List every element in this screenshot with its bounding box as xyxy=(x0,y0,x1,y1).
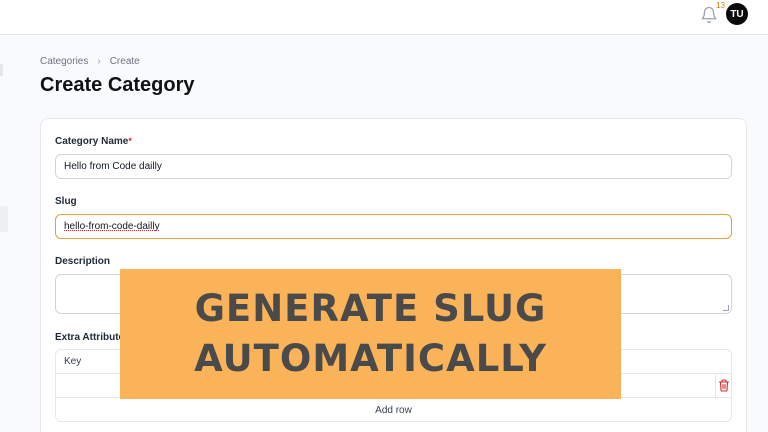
slug-input[interactable]: hello-from-code-dailly xyxy=(55,214,732,239)
promo-banner: GENERATE SLUG AUTOMATICALLY xyxy=(120,269,621,399)
resize-handle[interactable] xyxy=(723,305,729,311)
category-name-value: Hello from Code dailly xyxy=(64,161,162,172)
category-name-input[interactable]: Hello from Code dailly xyxy=(55,154,732,179)
top-bar: 13 TU xyxy=(0,0,768,35)
sidebar-active-item[interactable] xyxy=(0,206,8,232)
required-mark: * xyxy=(128,136,132,146)
trash-icon[interactable] xyxy=(718,379,730,392)
avatar[interactable]: TU xyxy=(726,3,748,25)
extra-attributes-label: Extra Attributes xyxy=(55,332,130,343)
notification-count: 13 xyxy=(716,1,725,10)
breadcrumb: Categories › Create xyxy=(40,56,140,67)
row-divider xyxy=(715,374,716,398)
sidebar-edge xyxy=(0,64,3,76)
banner-line-1: GENERATE SLUG xyxy=(194,287,547,330)
breadcrumb-categories[interactable]: Categories xyxy=(40,56,88,67)
description-label: Description xyxy=(55,256,111,267)
slug-value: hello-from-code-dailly xyxy=(64,221,160,232)
add-row-button[interactable]: Add row xyxy=(56,398,731,422)
banner-line-2: AUTOMATICALLY xyxy=(194,337,547,380)
breadcrumb-create: Create xyxy=(109,56,140,67)
slug-label: Slug xyxy=(55,196,77,207)
page-title: Create Category xyxy=(40,74,195,96)
chevron-right-icon: › xyxy=(97,56,101,67)
category-name-label-text: Category Name xyxy=(55,136,129,147)
category-name-label: Category Name* xyxy=(55,136,132,147)
